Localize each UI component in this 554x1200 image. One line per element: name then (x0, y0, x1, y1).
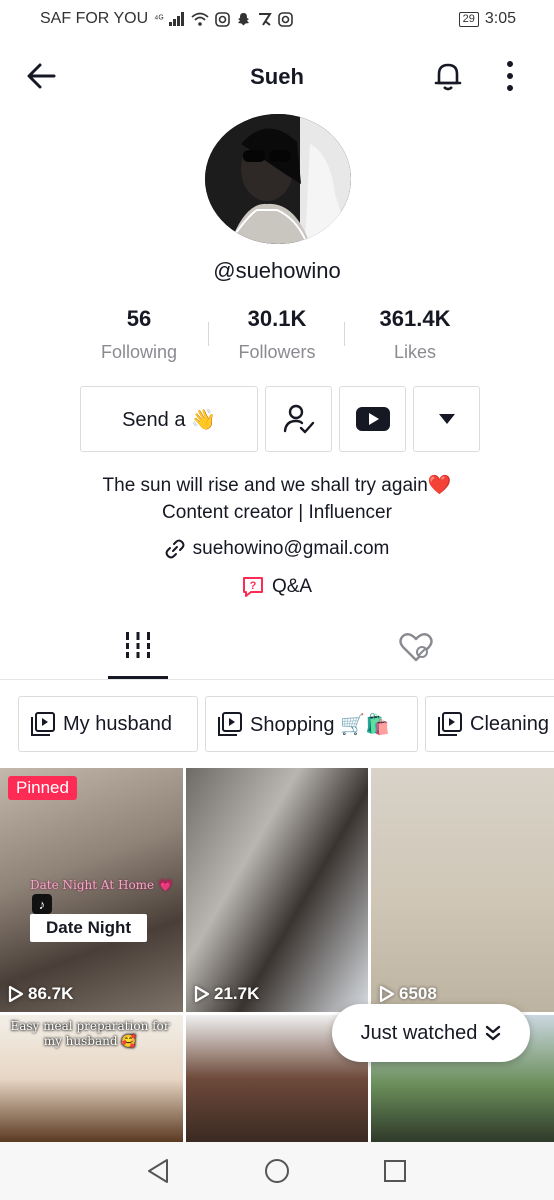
send-wave-label: Send a 👋 (122, 408, 216, 431)
expand-suggestions-button[interactable] (413, 386, 480, 452)
triangle-back-icon (148, 1159, 168, 1183)
battery-indicator: 29 (458, 11, 479, 27)
top-nav: Sueh (0, 50, 554, 104)
playlist-chip[interactable]: Cleaning (425, 696, 554, 752)
bio-line-2: Content creator | Influencer (162, 502, 392, 523)
stat-following-value: 56 (126, 306, 152, 331)
stat-likes[interactable]: 361.4K Likes (346, 306, 484, 366)
video-overlay-text: Date Night At Home 💗 (30, 878, 173, 892)
avatar[interactable] (205, 114, 351, 244)
bell-icon (434, 63, 462, 91)
double-chevron-down-icon (486, 1025, 501, 1041)
friends-button[interactable] (265, 386, 332, 452)
view-count-value: 21.7K (214, 984, 260, 1003)
view-count-value: 86.7K (28, 984, 74, 1003)
instagram-icon-2 (278, 11, 294, 27)
link-icon (165, 539, 185, 559)
qa-label: Q&A (271, 576, 313, 597)
system-home-button[interactable] (264, 1158, 290, 1189)
snapchat-icon (238, 12, 250, 25)
video-thumbnail[interactable]: Pinned Date Night At Home 💗 ♪ Date Night… (0, 768, 183, 1012)
playlist-label: Cleaning (470, 712, 549, 735)
playlist-chip[interactable]: My husband (18, 696, 198, 752)
profile-stats: 56 Following 30.1K Followers 361.4K Like… (70, 306, 484, 366)
video-grid: Pinned Date Night At Home 💗 ♪ Date Night… (0, 768, 554, 1142)
youtube-icon (355, 407, 390, 431)
video-thumbnail[interactable]: Easy meal preparation for my husband 🥰 (0, 1015, 183, 1142)
tiktok-logo-icon: ♪ (32, 894, 52, 914)
question-bubble-icon: ? (242, 577, 263, 597)
playlist-label: My husband (63, 712, 172, 735)
stat-followers-value: 30.1K (247, 306, 307, 331)
video-caption: Date Night (30, 914, 147, 942)
circle-home-icon (265, 1159, 289, 1183)
bio-line-1: The sun will rise and we shall try again… (102, 475, 452, 496)
just-watched-button[interactable]: Just watched (332, 1004, 530, 1062)
stat-likes-value: 361.4K (379, 306, 451, 331)
play-icon (8, 985, 24, 1003)
profile-bio: The sun will rise and we shall try again… (0, 472, 554, 526)
youtube-link-button[interactable] (339, 386, 406, 452)
content-tabs (0, 620, 554, 680)
playlist-icon (438, 712, 462, 736)
tab-videos[interactable] (108, 632, 168, 678)
network-type: ⁴ᴳ (154, 13, 164, 25)
system-back-button[interactable] (146, 1158, 170, 1189)
clock: 3:05 (484, 10, 516, 27)
stat-followers-label: Followers (238, 342, 316, 362)
qa-link[interactable]: ? Q&A (0, 576, 554, 598)
video-thumbnail[interactable]: 21.7K (186, 768, 368, 1012)
view-count: 86.7K (8, 984, 73, 1004)
stat-divider (344, 322, 345, 346)
signal-icon (169, 12, 185, 26)
carrier-name: SAF FOR YOU (40, 10, 149, 27)
grid-icon (126, 632, 150, 658)
active-tab-indicator (108, 676, 168, 679)
send-wave-button[interactable]: Send a 👋 (80, 386, 258, 452)
system-navigation-bar (0, 1142, 554, 1200)
system-recents-button[interactable] (384, 1160, 406, 1187)
caret-down-icon (438, 414, 455, 424)
vertical-dots-icon (507, 61, 513, 91)
playlists-row: My husband Shopping 🛒🛍️ Cleaning (18, 696, 554, 752)
svg-text:?: ? (250, 580, 257, 592)
pinned-badge: Pinned (8, 776, 77, 800)
bio-email: suehowino@gmail.com (192, 538, 390, 559)
wifi-icon (191, 12, 210, 26)
more-options-button[interactable] (498, 58, 522, 94)
app-notification-icon (259, 12, 273, 26)
playlist-chip[interactable]: Shopping 🛒🛍️ (205, 696, 418, 752)
stat-following-label: Following (100, 342, 178, 362)
stat-likes-label: Likes (393, 342, 437, 362)
bio-link[interactable]: suehowino@gmail.com (0, 538, 554, 560)
video-thumbnail[interactable]: 6508 (371, 768, 554, 1012)
playlist-label: Shopping 🛒🛍️ (250, 713, 390, 736)
user-check-icon (283, 404, 314, 434)
video-overlay-text: Easy meal preparation for my husband 🥰 (10, 1019, 170, 1048)
instagram-icon (215, 11, 231, 27)
page-title: Sueh (250, 64, 304, 89)
view-count-value: 6508 (399, 984, 437, 1003)
view-count: 6508 (379, 984, 437, 1004)
playlist-icon (31, 712, 55, 736)
playlist-icon (218, 712, 242, 736)
stat-followers[interactable]: 30.1K Followers (208, 306, 346, 366)
view-count: 21.7K (194, 984, 259, 1004)
notifications-button[interactable] (432, 60, 464, 92)
stat-following[interactable]: 56 Following (70, 306, 208, 366)
play-icon (194, 985, 210, 1003)
just-watched-label: Just watched (360, 1021, 478, 1044)
hidden-heart-icon (399, 633, 433, 662)
square-recents-icon (384, 1160, 406, 1182)
play-icon (379, 985, 395, 1003)
profile-username: @suehowino (213, 258, 341, 283)
tab-liked[interactable] (398, 632, 434, 668)
status-bar: SAF FOR YOU ⁴ᴳ 29 3:05 (0, 0, 554, 38)
avatar-photo (205, 114, 351, 244)
